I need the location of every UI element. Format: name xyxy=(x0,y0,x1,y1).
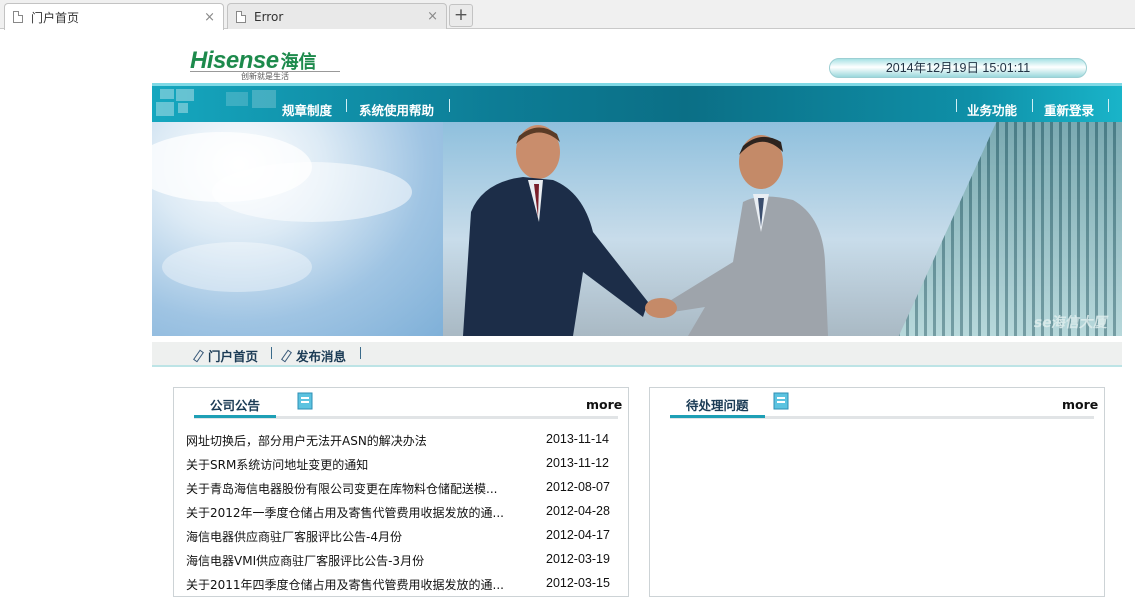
panel-title: 待处理问题 xyxy=(670,396,765,418)
tab-title: 门户首页 xyxy=(31,10,80,25)
building-sign-text: se海信大厦 xyxy=(1032,315,1110,331)
nav-separator xyxy=(1032,99,1033,112)
hisense-logo: Hisense 海信 创新就是生活 xyxy=(190,47,350,83)
list-item[interactable]: 关于2011年四季度仓储占用及寄售代管费用收据发放的通... 2012-03-1… xyxy=(186,576,616,596)
logo-brand: Hisense xyxy=(190,47,279,74)
pencil-icon xyxy=(280,350,291,361)
announcements-more-link[interactable]: more xyxy=(586,397,622,412)
logo-cn: 海信 xyxy=(280,52,317,73)
handshake-photo: se海信大厦 xyxy=(443,122,1122,336)
panel-title: 公司公告 xyxy=(194,396,277,418)
announcement-date: 2012-04-28 xyxy=(546,504,610,518)
subnav-publish-message[interactable]: 发布消息 xyxy=(280,346,346,365)
decor-square xyxy=(176,89,194,101)
decor-square xyxy=(178,103,188,113)
announcement-title[interactable]: 关于SRM系统访问地址变更的通知 xyxy=(186,456,531,476)
cloud xyxy=(162,242,312,292)
list-item[interactable]: 海信电器供应商驻厂客服评比公告-4月份 2012-04-17 xyxy=(186,528,616,548)
announcement-title[interactable]: 海信电器供应商驻厂客服评比公告-4月份 xyxy=(186,528,531,548)
tab-title: Error xyxy=(254,9,284,24)
tab-portal-home[interactable]: 门户首页 × xyxy=(4,3,224,30)
notice-icon xyxy=(297,392,313,410)
nav-system-help[interactable]: 系统使用帮助 xyxy=(359,100,434,119)
building-image xyxy=(898,122,1122,336)
close-tab-icon[interactable]: × xyxy=(204,10,215,25)
subnav-separator xyxy=(360,347,361,359)
decor-square xyxy=(252,90,276,108)
subnav-separator xyxy=(271,347,272,359)
close-tab-icon[interactable]: × xyxy=(427,9,438,24)
decor-square xyxy=(160,89,174,99)
tab-error[interactable]: Error × xyxy=(227,3,447,29)
nav-rules[interactable]: 规章制度 xyxy=(282,100,332,119)
datetime-display: 2014年12月19日 15:01:11 xyxy=(829,58,1087,78)
document-icon xyxy=(236,10,246,23)
announcement-title[interactable]: 关于青岛海信电器股份有限公司变更在库物料仓储配送模... xyxy=(186,480,531,500)
announcement-date: 2013-11-12 xyxy=(546,456,610,470)
pencil-icon xyxy=(192,350,203,361)
nav-relogin[interactable]: 重新登录 xyxy=(1044,100,1094,119)
subnav-label: 门户首页 xyxy=(208,349,259,364)
list-item[interactable]: 关于青岛海信电器股份有限公司变更在库物料仓储配送模... 2012-08-07 xyxy=(186,480,616,500)
main-nav-bar: 规章制度 系统使用帮助 业务功能 重新登录 xyxy=(152,83,1122,122)
subnav-portal-home[interactable]: 门户首页 xyxy=(192,346,258,365)
pending-issues-panel: 待处理问题 more xyxy=(649,387,1105,597)
announcement-date: 2012-04-17 xyxy=(546,528,610,542)
browser-tab-strip: 门户首页 × Error × + xyxy=(0,0,1135,30)
announcement-title[interactable]: 关于2011年四季度仓储占用及寄售代管费用收据发放的通... xyxy=(186,576,531,596)
announcements-panel: 公司公告 more 网址切换后，部分用户无法开ASN的解决办法 2013-11-… xyxy=(173,387,629,597)
announcement-date: 2012-03-19 xyxy=(546,552,610,566)
nav-separator xyxy=(1108,99,1109,112)
nav-separator xyxy=(449,99,450,112)
businessmen-handshake-image xyxy=(463,125,828,336)
document-icon xyxy=(13,11,23,23)
announcement-date: 2012-03-15 xyxy=(546,576,610,590)
announcement-title[interactable]: 海信电器VMI供应商驻厂客服评比公告-3月份 xyxy=(186,552,531,572)
new-tab-button[interactable]: + xyxy=(449,4,473,27)
hero-banner: se海信大厦 xyxy=(152,122,1122,336)
list-item[interactable]: 关于SRM系统访问地址变更的通知 2013-11-12 xyxy=(186,456,616,476)
announcement-date: 2013-11-14 xyxy=(546,432,610,446)
logo-slogan: 创新就是生活 xyxy=(190,71,340,82)
decor-square xyxy=(156,102,174,116)
announcement-date: 2012-08-07 xyxy=(546,480,610,494)
announcement-title[interactable]: 网址切换后，部分用户无法开ASN的解决办法 xyxy=(186,432,531,452)
nav-separator xyxy=(956,99,957,112)
decor-square xyxy=(226,92,248,106)
notice-icon xyxy=(773,392,789,410)
list-item[interactable]: 关于2012年一季度仓储占用及寄售代管费用收据发放的通... 2012-04-2… xyxy=(186,504,616,524)
pending-more-link[interactable]: more xyxy=(1062,397,1098,412)
sub-nav-bar: 门户首页 发布消息 xyxy=(152,342,1122,367)
list-item[interactable]: 海信电器VMI供应商驻厂客服评比公告-3月份 2012-03-19 xyxy=(186,552,616,572)
nav-separator xyxy=(346,99,347,112)
sky-panel xyxy=(152,122,443,336)
cloud xyxy=(212,162,412,222)
subnav-label: 发布消息 xyxy=(296,349,347,364)
nav-business-functions[interactable]: 业务功能 xyxy=(967,100,1017,119)
list-item[interactable]: 网址切换后，部分用户无法开ASN的解决办法 2013-11-14 xyxy=(186,432,616,452)
announcement-title[interactable]: 关于2012年一季度仓储占用及寄售代管费用收据发放的通... xyxy=(186,504,531,524)
